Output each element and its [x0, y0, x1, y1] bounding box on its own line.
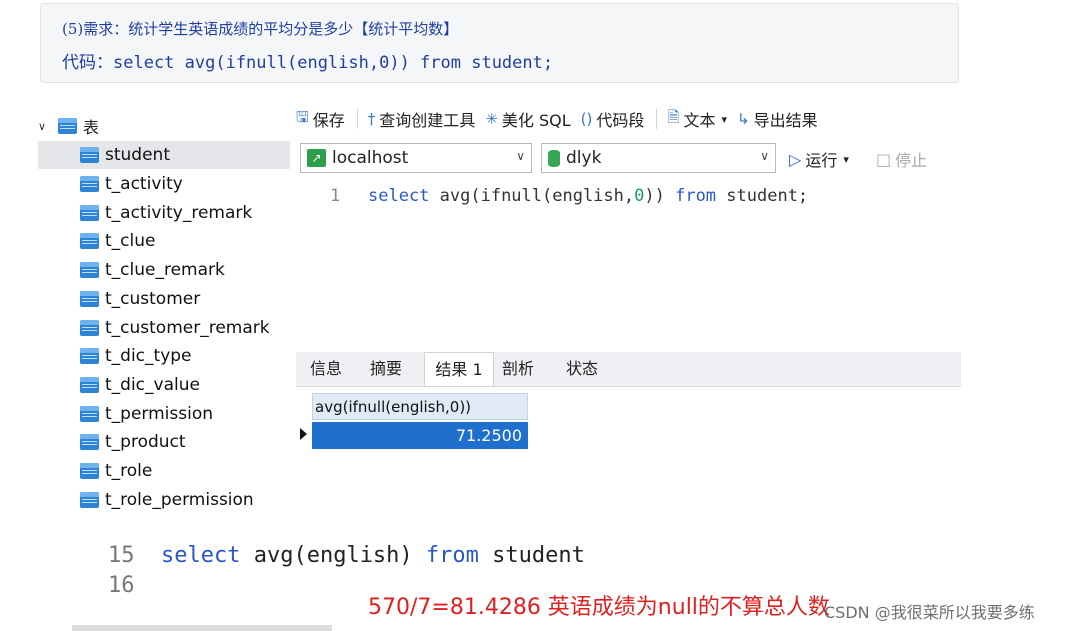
database-icon	[548, 149, 560, 167]
table-icon	[80, 176, 99, 192]
tree-item-t-clue[interactable]: t_clue	[38, 227, 290, 255]
tree-item-t-product[interactable]: t_product	[38, 428, 290, 456]
tree-item-t-role-permission[interactable]: t_role_permission	[38, 486, 290, 514]
query-builder-button[interactable]: † 查询创建工具	[368, 107, 476, 131]
table-icon	[80, 463, 99, 479]
save-icon: 🖫	[296, 107, 309, 126]
code-snippet-button[interactable]: () 代码段	[581, 107, 645, 131]
table-icon	[80, 262, 99, 278]
tree-item-t-permission[interactable]: t_permission	[38, 400, 290, 428]
export-results-button[interactable]: ↳ 导出结果	[737, 107, 818, 131]
table-icon	[80, 147, 99, 163]
tree-item-t-activity-remark[interactable]: t_activity_remark	[38, 199, 290, 227]
play-icon: ▷	[789, 149, 802, 169]
code-line-16: 16	[108, 573, 135, 598]
tab-info[interactable]: 信息	[302, 352, 350, 386]
tab-status[interactable]: 状态	[556, 352, 608, 386]
table-icon	[80, 233, 99, 249]
table-icon	[58, 118, 77, 134]
tree-item-t-role[interactable]: t_role	[38, 457, 290, 485]
toolbar-divider	[356, 109, 358, 129]
result-tabs: 信息 摘要 结果 1 剖析 状态	[296, 352, 961, 387]
table-icon	[80, 320, 99, 336]
code-line: select avg(ifnull(english,0)) from stude…	[368, 186, 809, 206]
table-tree: ∨ 表 student t_activity t_activity_remark…	[38, 108, 290, 520]
row-pointer-icon	[300, 428, 307, 440]
table-icon	[80, 377, 99, 393]
tree-root-tables[interactable]: ∨ 表	[38, 114, 99, 138]
requirement-note: (5)需求：统计学生英语成绩的平均分是多少【统计平均数】 代码：select a…	[40, 3, 959, 83]
note-title: (5)需求：统计学生英语成绩的平均分是多少【统计平均数】	[62, 20, 459, 38]
document-icon: 🗎	[667, 107, 680, 126]
connection-icon: ↗	[307, 149, 326, 167]
table-icon	[80, 348, 99, 364]
table-icon	[80, 205, 99, 221]
beautify-sql-button[interactable]: ✳ 美化 SQL	[485, 107, 570, 131]
result-grid: avg(ifnull(english,0)) 71.2500	[296, 393, 536, 453]
text-button[interactable]: 🗎 文本 ▾	[667, 107, 727, 132]
save-button[interactable]: 🖫 保存	[296, 107, 345, 132]
stop-icon: □	[876, 149, 892, 169]
dropdown-arrow-icon[interactable]: ▾	[843, 153, 849, 166]
connection-row: ↗ localhost ∨ dlyk ∨ ▷ 运行 ▾ □ 停止	[296, 143, 961, 175]
query-toolbar: 🖫 保存 † 查询创建工具 ✳ 美化 SQL () 代码段 🗎 文本 ▾ ↳ 导出结果	[296, 104, 961, 134]
chevron-down-icon[interactable]: ∨	[760, 149, 769, 163]
editor-snippet: 15 select avg(english) from student 16 5…	[72, 537, 1090, 631]
chevron-down-icon[interactable]: ∨	[516, 149, 525, 163]
tree-root-label: 表	[83, 118, 100, 137]
tree-item-t-customer-remark[interactable]: t_customer_remark	[38, 314, 290, 342]
table-icon	[80, 406, 99, 422]
table-icon	[80, 291, 99, 307]
scrollbar[interactable]	[72, 625, 332, 631]
toolbar-divider	[656, 109, 658, 129]
tree-item-t-clue-remark[interactable]: t_clue_remark	[38, 256, 290, 284]
beautify-icon: ✳	[485, 110, 498, 128]
tree-item-student[interactable]: student	[38, 141, 290, 169]
dropdown-arrow-icon[interactable]: ▾	[721, 113, 727, 126]
note-code: 代码：select avg(ifnull(english,0)) from st…	[62, 53, 554, 73]
tree-item-t-customer[interactable]: t_customer	[38, 285, 290, 313]
table-icon	[80, 434, 99, 450]
sql-editor[interactable]: 1 select avg(ifnull(english,0)) from stu…	[296, 180, 961, 345]
connection-select[interactable]: ↗ localhost ∨	[300, 143, 532, 173]
builder-icon: †	[367, 110, 376, 128]
watermark: CSDN @我很菜所以我要多练	[824, 603, 1035, 622]
result-cell[interactable]: 71.2500	[312, 422, 528, 449]
table-icon	[80, 492, 99, 508]
database-select[interactable]: dlyk ∨	[541, 143, 776, 173]
snippet-icon: ()	[580, 110, 593, 128]
code-line-15: 15 select avg(english) from student	[108, 543, 585, 568]
line-number: 1	[330, 186, 341, 206]
tab-summary[interactable]: 摘要	[360, 352, 412, 386]
tab-profile[interactable]: 剖析	[496, 352, 540, 386]
tree-item-t-dic-type[interactable]: t_dic_type	[38, 342, 290, 370]
run-button[interactable]: ▷ 运行 ▾	[789, 147, 849, 171]
tab-result-1[interactable]: 结果 1	[424, 352, 494, 386]
export-icon: ↳	[737, 110, 750, 128]
tree-item-t-dic-value[interactable]: t_dic_value	[38, 371, 290, 399]
column-header[interactable]: avg(ifnull(english,0))	[312, 393, 528, 420]
stop-button[interactable]: □ 停止	[876, 147, 927, 171]
tree-item-t-activity[interactable]: t_activity	[38, 170, 290, 198]
annotation-text: 570/7=81.4286 英语成绩为null的不算总人数	[368, 595, 830, 620]
chevron-down-icon[interactable]: ∨	[38, 120, 50, 133]
